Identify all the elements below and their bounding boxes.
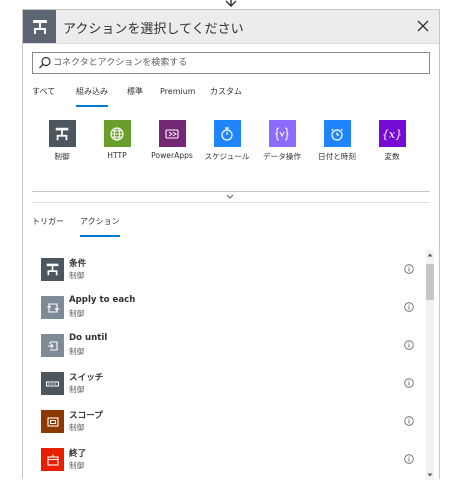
connector-data-operation[interactable]: データ操作 — [254, 120, 310, 162]
tab-actions[interactable]: アクション — [80, 216, 120, 237]
tab-triggers[interactable]: トリガー — [32, 216, 64, 235]
action-do-until[interactable]: Do until 制御 — [32, 329, 416, 363]
action-category: 制御 — [69, 309, 85, 318]
tab-custom[interactable]: カスタム — [210, 86, 242, 105]
connector-powerapps[interactable]: PowerApps — [144, 120, 200, 160]
connector-schedule[interactable]: スケジュール — [199, 120, 255, 162]
search-box — [32, 52, 430, 74]
action-category: 制御 — [69, 347, 85, 356]
terminate-icon — [41, 448, 64, 471]
panel-title: アクションを選択してください — [63, 22, 244, 37]
connector-variables[interactable]: {x} 変数 — [364, 120, 420, 162]
info-icon[interactable] — [404, 302, 414, 312]
action-category: 制御 — [69, 423, 85, 432]
stopwatch-icon — [213, 120, 241, 147]
section-divider — [32, 202, 430, 203]
powerapps-icon — [158, 120, 186, 147]
connector-label: PowerApps — [151, 151, 193, 160]
variable-icon: {x} — [378, 120, 406, 147]
scope-icon — [41, 410, 64, 433]
tab-standard[interactable]: 標準 — [127, 86, 143, 105]
connector-label: スケジュール — [204, 152, 250, 161]
info-icon[interactable] — [404, 454, 414, 464]
loop-icon — [41, 296, 64, 319]
connector-label: 日付と時刻 — [318, 152, 356, 161]
connector-label: 変数 — [384, 152, 400, 161]
control-icon — [48, 120, 76, 147]
action-terminate[interactable]: 終了 制御 — [32, 443, 416, 477]
connector-label: HTTP — [107, 151, 127, 160]
action-name: 終了 — [69, 449, 87, 459]
info-icon[interactable] — [404, 340, 414, 350]
panel-header: アクションを選択してください — [23, 10, 439, 44]
connector-http[interactable]: HTTP — [89, 120, 145, 160]
arrow-down-icon — [225, 0, 237, 7]
action-scope[interactable]: スコープ 制御 — [32, 405, 416, 439]
info-icon[interactable] — [404, 416, 414, 426]
action-switch[interactable]: スイッチ 制御 — [32, 367, 416, 401]
action-name: 条件 — [69, 259, 87, 269]
connector-label: 制御 — [54, 152, 70, 161]
action-name: Do until — [69, 333, 108, 343]
data-operation-icon — [268, 120, 296, 147]
choose-action-panel: アクションを選択してください すべて 組み込み 標準 Premium カスタム — [22, 9, 440, 480]
condition-icon — [41, 258, 64, 281]
action-name: Apply to each — [69, 295, 136, 305]
action-apply-to-each[interactable]: Apply to each 制御 — [32, 291, 416, 325]
globe-icon — [103, 120, 131, 147]
search-input[interactable] — [53, 54, 423, 72]
scrollbar-thumb[interactable] — [426, 264, 434, 300]
tab-premium[interactable]: Premium — [160, 86, 196, 105]
connector-label: データ操作 — [263, 152, 301, 161]
switch-icon — [41, 372, 64, 395]
control-icon — [23, 10, 56, 43]
info-icon[interactable] — [404, 264, 414, 274]
action-name: スコープ — [69, 411, 103, 421]
close-icon[interactable] — [415, 18, 431, 34]
action-category: 制御 — [69, 271, 85, 280]
info-icon[interactable] — [404, 378, 414, 388]
tab-builtin[interactable]: 組み込み — [76, 86, 108, 107]
tab-all[interactable]: すべて — [32, 86, 55, 105]
scrollbar[interactable] — [426, 250, 434, 480]
scroll-down-icon[interactable] — [427, 472, 433, 478]
connector-grid: 制御 HTTP PowerApps スケジュール データ操作 日付と時刻 x} … — [32, 114, 430, 192]
action-list: 条件 制御 Apply to each 制御 Do until 制御 スイッチ … — [32, 242, 434, 480]
clock-icon — [323, 120, 351, 147]
scroll-up-icon[interactable] — [427, 252, 433, 258]
action-name: スイッチ — [69, 373, 104, 383]
search-icon — [39, 56, 51, 69]
action-condition[interactable]: 条件 制御 — [32, 253, 416, 287]
do-until-icon — [41, 334, 64, 357]
connector-control[interactable]: 制御 — [34, 120, 90, 162]
svg-text:{x}: {x} — [383, 128, 401, 141]
connector-date-time[interactable]: 日付と時刻 — [309, 120, 365, 162]
action-category: 制御 — [69, 385, 85, 394]
action-category: 制御 — [69, 461, 85, 470]
